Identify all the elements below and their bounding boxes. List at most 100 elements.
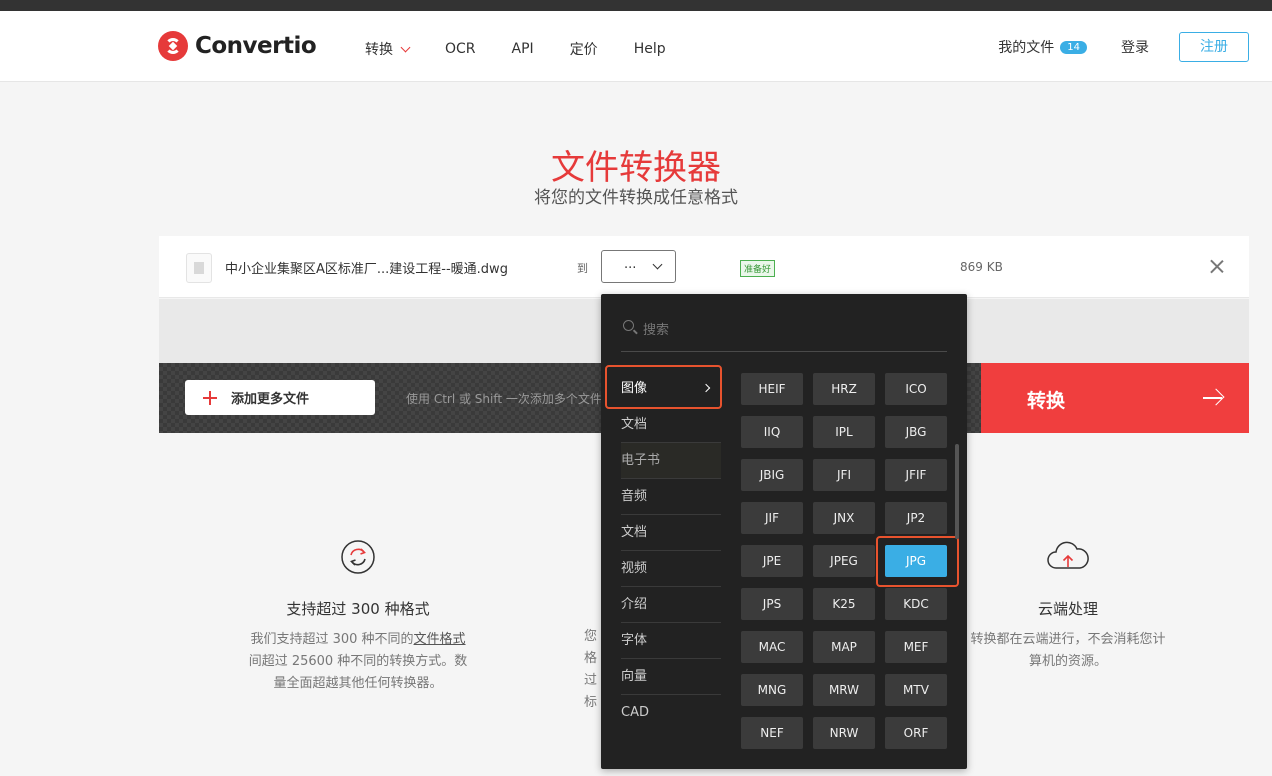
feature-desc-line: 量全面超越其他任何转换器。 bbox=[273, 676, 443, 691]
format-option[interactable]: JPE bbox=[741, 545, 803, 577]
nav-convert[interactable]: 转换 bbox=[365, 39, 411, 59]
add-more-files-label: 添加更多文件 bbox=[231, 392, 310, 407]
format-option[interactable]: JFIF bbox=[885, 459, 947, 491]
category-document[interactable]: 文档 bbox=[621, 407, 721, 443]
status-badge: 准备好 bbox=[740, 260, 776, 277]
format-option[interactable]: MEF bbox=[885, 631, 947, 663]
format-option[interactable]: IIQ bbox=[741, 416, 803, 448]
format-option[interactable]: MNG bbox=[741, 674, 803, 706]
multi-select-hint: 使用 Ctrl 或 Shift 一次添加多个文件 bbox=[406, 392, 602, 406]
feature-description: 转换都在云端进行，不会消耗您计 算机的资源。 bbox=[958, 629, 1178, 673]
feature-formats: 支持超过 300 种格式 我们支持超过 300 种不同的文件格式 间超过 256… bbox=[238, 540, 478, 695]
nav-api[interactable]: API bbox=[512, 39, 534, 59]
format-option[interactable]: JBIG bbox=[741, 459, 803, 491]
category-label: 文档 bbox=[621, 525, 648, 540]
close-icon[interactable] bbox=[1210, 259, 1224, 273]
feature-desc-line: 过 bbox=[584, 673, 598, 688]
file-size: 869 KB bbox=[960, 260, 1003, 274]
category-highlight bbox=[605, 365, 722, 409]
my-files-link[interactable]: 我的文件 14 bbox=[998, 37, 1087, 57]
format-option[interactable]: MTV bbox=[885, 674, 947, 706]
page-subtitle: 将您的文件转换成任意格式 bbox=[534, 188, 738, 208]
format-option[interactable]: JBG bbox=[885, 416, 947, 448]
header-right: 我的文件 14 登录 注册 bbox=[998, 32, 1249, 62]
category-cad[interactable]: CAD bbox=[621, 695, 721, 731]
category-label: 字体 bbox=[621, 633, 648, 648]
category-presentation[interactable]: 介绍 bbox=[621, 587, 721, 623]
nav-help[interactable]: Help bbox=[634, 39, 666, 59]
feature-desc-line: 标 bbox=[584, 695, 598, 710]
nav-convert-label: 转换 bbox=[365, 42, 393, 58]
convert-button[interactable]: 转换 bbox=[981, 363, 1249, 433]
format-option[interactable]: JPS bbox=[741, 588, 803, 620]
nav-ocr-label: OCR bbox=[445, 41, 476, 57]
logo[interactable]: Convertio bbox=[158, 31, 317, 61]
category-ebook[interactable]: 电子书 bbox=[621, 443, 721, 479]
file-row: 中小企业集聚区A区标准厂...建设工程--暖通.dwg 到 ... 准备好 86… bbox=[159, 236, 1249, 298]
feature-desc-line: 格 bbox=[584, 651, 598, 666]
files-count-badge: 14 bbox=[1060, 40, 1087, 54]
search-placeholder: 搜索 bbox=[643, 323, 670, 338]
format-option[interactable]: JIF bbox=[741, 502, 803, 534]
cloud-upload-icon bbox=[1047, 541, 1089, 569]
format-option[interactable]: MAP bbox=[813, 631, 875, 663]
format-option[interactable]: MAC bbox=[741, 631, 803, 663]
format-select[interactable]: ... bbox=[601, 250, 676, 283]
category-label: 介绍 bbox=[621, 597, 648, 612]
format-dropdown: 搜索 图像 文档 电子书 音频 文档 视频 介绍 字体 向量 CAD HEIF … bbox=[601, 294, 967, 769]
logo-text: Convertio bbox=[195, 33, 317, 59]
category-label: 向量 bbox=[621, 669, 648, 684]
feature-desc-line: 算机的资源。 bbox=[1028, 654, 1107, 669]
file-icon bbox=[186, 253, 212, 283]
format-option[interactable]: MRW bbox=[813, 674, 875, 706]
category-label: 音频 bbox=[621, 489, 648, 504]
plus-icon bbox=[203, 390, 217, 405]
chevron-down-icon bbox=[652, 259, 663, 270]
format-option[interactable]: ICO bbox=[885, 373, 947, 405]
category-vector[interactable]: 向量 bbox=[621, 659, 721, 695]
format-option[interactable]: JNX bbox=[813, 502, 875, 534]
convertio-logo-icon bbox=[158, 31, 188, 61]
format-search-input[interactable]: 搜索 bbox=[621, 316, 947, 352]
category-label: 电子书 bbox=[621, 453, 661, 468]
my-files-label: 我的文件 bbox=[998, 40, 1055, 56]
search-icon bbox=[623, 320, 634, 331]
file-formats-link[interactable]: 文件格式 bbox=[414, 632, 466, 647]
format-option[interactable]: JP2 bbox=[885, 502, 947, 534]
nav-api-label: API bbox=[511, 41, 534, 57]
format-option[interactable]: HEIF bbox=[741, 373, 803, 405]
format-option[interactable]: ORF bbox=[885, 717, 947, 749]
login-link[interactable]: 登录 bbox=[1121, 37, 1149, 57]
nav-pricing-label: 定价 bbox=[569, 42, 598, 58]
nav-pricing[interactable]: 定价 bbox=[570, 39, 598, 59]
feature-title: 云端处理 bbox=[1037, 600, 1098, 618]
category-audio[interactable]: 音频 bbox=[621, 479, 721, 515]
nav-ocr[interactable]: OCR bbox=[445, 39, 476, 59]
refresh-icon bbox=[341, 540, 375, 574]
format-option[interactable]: KDC bbox=[885, 588, 947, 620]
format-highlight bbox=[876, 536, 959, 587]
dropdown-scrollbar[interactable] bbox=[955, 444, 959, 539]
format-option[interactable]: JFI bbox=[813, 459, 875, 491]
convert-label: 转换 bbox=[1027, 390, 1066, 412]
format-select-value: ... bbox=[624, 257, 637, 272]
to-label: 到 bbox=[577, 262, 588, 275]
format-option[interactable]: HRZ bbox=[813, 373, 875, 405]
category-label: CAD bbox=[621, 705, 649, 720]
format-option[interactable]: IPL bbox=[813, 416, 875, 448]
feature-desc-line: 您 bbox=[584, 629, 598, 644]
category-list: 图像 文档 电子书 音频 文档 视频 介绍 字体 向量 CAD bbox=[621, 371, 721, 731]
feature-desc-line: 间超过 25600 种不同的转换方式。数 bbox=[248, 654, 468, 669]
page-title: 文件转换器 bbox=[551, 148, 721, 188]
format-option[interactable]: K25 bbox=[813, 588, 875, 620]
category-font[interactable]: 字体 bbox=[621, 623, 721, 659]
format-option[interactable]: NRW bbox=[813, 717, 875, 749]
category-document-2[interactable]: 文档 bbox=[621, 515, 721, 551]
format-option[interactable]: JPEG bbox=[813, 545, 875, 577]
header: Convertio 转换 OCR API 定价 Help 我的文件 14 登录 … bbox=[0, 11, 1272, 82]
add-more-files-button[interactable]: 添加更多文件 bbox=[185, 380, 375, 415]
feature-description: 我们支持超过 300 种不同的文件格式 间超过 25600 种不同的转换方式。数… bbox=[238, 629, 478, 695]
register-button[interactable]: 注册 bbox=[1179, 32, 1249, 62]
category-video[interactable]: 视频 bbox=[621, 551, 721, 587]
format-option[interactable]: NEF bbox=[741, 717, 803, 749]
